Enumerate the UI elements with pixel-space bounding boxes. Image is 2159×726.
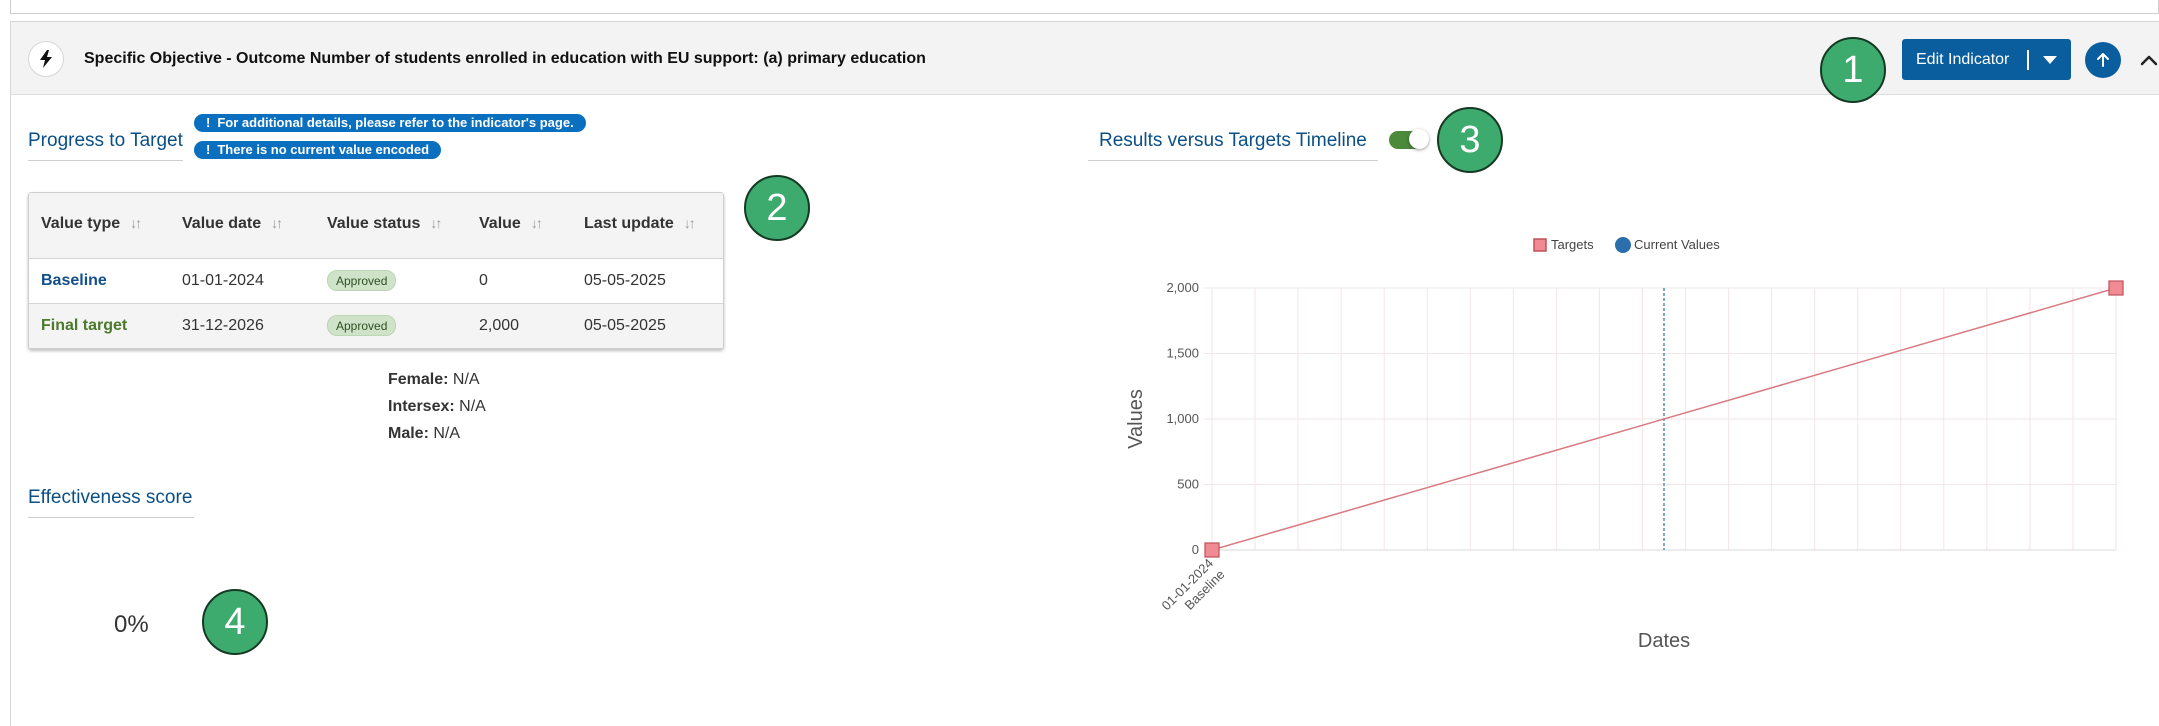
- column-header-last-update[interactable]: Last update ↓↑: [584, 215, 696, 233]
- sort-icon[interactable]: ↓↑: [271, 215, 283, 231]
- x-tick-label: 01-01-2024Baseline: [1158, 556, 1227, 625]
- notice-badge-details: ! For additional details, please refer to…: [194, 114, 586, 132]
- effectiveness-title: Effectiveness score: [28, 487, 193, 508]
- legend-current-values-marker: [1615, 237, 1631, 253]
- y-tick-label: 1,500: [1166, 346, 1199, 361]
- timeline-title-underline: [1088, 160, 1378, 161]
- collapse-button[interactable]: [2135, 46, 2159, 74]
- callout-3: 3: [1437, 107, 1503, 173]
- value-cell: 0: [479, 272, 488, 289]
- table-row: Baseline 01-01-2024 Approved 0 05-05-202…: [29, 259, 723, 304]
- value-date-cell: 31-12-2026: [182, 317, 264, 334]
- callout-4: 4: [202, 589, 268, 655]
- chart-axes: 2,000 1,500 1,000 500 0 Values Dates 01-01-2024…: [1125, 280, 2116, 652]
- column-header-value-status[interactable]: Value status ↓↑: [327, 215, 442, 233]
- notice-no-value-text: There is no current value encoded: [217, 142, 430, 157]
- disaggregation-male: Male: N/A: [388, 425, 461, 442]
- column-header-value-type[interactable]: Value type ↓↑: [41, 215, 142, 233]
- legend-targets-label: Targets: [1551, 237, 1594, 252]
- notice-details-text: For additional details, please refer to …: [217, 115, 574, 130]
- timeline-toggle[interactable]: [1389, 129, 1429, 149]
- column-header-value-date[interactable]: Value date ↓↑: [182, 215, 283, 233]
- caret-down-icon[interactable]: [2043, 55, 2058, 64]
- y-tick-label: 0: [1192, 542, 1199, 557]
- target-point-marker: [2108, 280, 2124, 296]
- table-row: Final target 31-12-2026 Approved 2,000 0…: [29, 304, 723, 348]
- chart-legend: Targets Current Values: [1533, 237, 1720, 253]
- value-type-cell[interactable]: Final target: [41, 317, 127, 335]
- value-cell: 2,000: [479, 317, 520, 334]
- value-date-cell: 01-01-2024: [182, 272, 264, 289]
- legend-targets-marker: [1533, 238, 1547, 252]
- target-point-marker: [1204, 542, 1220, 558]
- timeline-title: Results versus Targets Timeline: [1099, 130, 1367, 151]
- sort-icon[interactable]: ↓↑: [531, 215, 543, 231]
- exclamation-icon: !: [206, 115, 211, 130]
- callout-1: 1: [1820, 37, 1886, 103]
- last-update-cell: 05-05-2025: [584, 272, 666, 289]
- last-update-cell: 05-05-2025: [584, 317, 666, 334]
- disaggregation-female: Female: N/A: [388, 371, 480, 388]
- scroll-up-button[interactable]: [2085, 42, 2121, 78]
- notice-badge-no-value: ! There is no current value encoded: [194, 141, 442, 159]
- exclamation-icon: !: [206, 142, 211, 157]
- sort-icon[interactable]: ↓↑: [430, 215, 442, 231]
- effectiveness-title-underline: [28, 517, 194, 518]
- previous-panel-edge: [10, 0, 2159, 14]
- bolt-icon: [28, 41, 64, 77]
- progress-title: Progress to Target: [28, 130, 183, 151]
- status-badge: Approved: [327, 315, 397, 336]
- arrow-up-icon: [2097, 53, 2109, 67]
- edit-indicator-button[interactable]: Edit Indicator: [1902, 39, 2071, 80]
- column-header-value[interactable]: Value ↓↑: [479, 215, 543, 233]
- x-axis-title: Dates: [1638, 630, 1690, 652]
- progress-table: Value type ↓↑ Value date ↓↑ Value status ↓↑…: [28, 192, 724, 349]
- effectiveness-score-value: 0%: [114, 611, 149, 638]
- disaggregation-intersex: Intersex: N/A: [388, 398, 486, 415]
- legend-current-values-label: Current Values: [1634, 237, 1720, 252]
- chevron-up-icon: [2140, 55, 2158, 66]
- sort-icon[interactable]: ↓↑: [130, 215, 142, 231]
- sort-icon[interactable]: ↓↑: [684, 215, 696, 231]
- value-type-cell[interactable]: Baseline: [41, 272, 107, 290]
- edit-indicator-label: Edit Indicator: [1916, 50, 2010, 68]
- indicator-title: Specific Objective - Outcome Number of s…: [84, 50, 926, 67]
- table-header: Value type ↓↑ Value date ↓↑ Value status ↓↑…: [29, 193, 723, 259]
- y-tick-label: 2,000: [1166, 280, 1199, 295]
- callout-2: 2: [744, 175, 810, 241]
- toggle-knob[interactable]: [1409, 129, 1429, 149]
- y-tick-label: 1,000: [1166, 411, 1199, 426]
- y-axis-title: Values: [1125, 389, 1147, 449]
- status-badge: Approved: [327, 270, 397, 291]
- y-tick-label: 500: [1177, 477, 1199, 492]
- progress-title-underline: [28, 160, 183, 161]
- button-separator: [2027, 49, 2030, 70]
- results-vs-targets-chart: 2,000 1,500 1,000 500 0 Values Dates 01-01-2024…: [1125, 237, 2124, 652]
